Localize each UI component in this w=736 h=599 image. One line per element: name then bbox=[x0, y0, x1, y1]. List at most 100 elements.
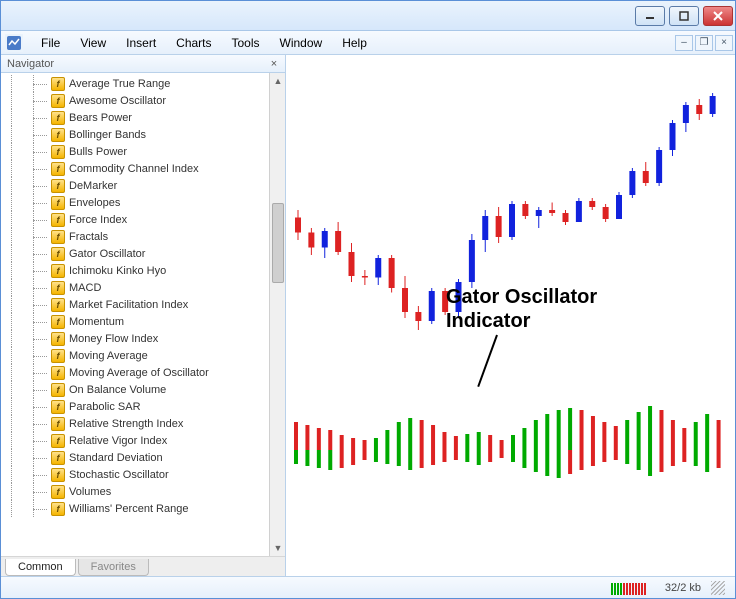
tree-line-icon bbox=[3, 500, 51, 517]
indicator-icon: f bbox=[51, 332, 65, 346]
tree-line-icon bbox=[3, 381, 51, 398]
navigator-item[interactable]: fDeMarker bbox=[3, 177, 269, 194]
indicator-label: Awesome Oscillator bbox=[69, 95, 166, 107]
navigator-body: fAverage True RangefAwesome OscillatorfB… bbox=[1, 73, 285, 556]
navigator-item[interactable]: fOn Balance Volume bbox=[3, 381, 269, 398]
indicator-icon: f bbox=[51, 451, 65, 465]
status-text: 32/2 kb bbox=[665, 582, 701, 594]
tree-line-icon bbox=[3, 398, 51, 415]
indicator-label: Bollinger Bands bbox=[69, 129, 146, 141]
navigator-item[interactable]: fGator Oscillator bbox=[3, 245, 269, 262]
navigator-item[interactable]: f MACD bbox=[3, 279, 269, 296]
tree-line-icon bbox=[3, 449, 51, 466]
tree-line-icon bbox=[3, 177, 51, 194]
navigator-item[interactable]: fStandard Deviation bbox=[3, 449, 269, 466]
navigator-list[interactable]: fAverage True RangefAwesome OscillatorfB… bbox=[1, 73, 269, 556]
tree-line-icon bbox=[3, 126, 51, 143]
indicator-icon: f bbox=[51, 281, 65, 295]
indicator-label: MACD bbox=[69, 282, 101, 294]
menu-charts[interactable]: Charts bbox=[166, 32, 221, 54]
tree-line-icon bbox=[3, 296, 51, 313]
tab-favorites[interactable]: Favorites bbox=[78, 559, 149, 576]
indicator-label: Moving Average of Oscillator bbox=[69, 367, 209, 379]
mdi-close-button[interactable]: × bbox=[715, 35, 733, 51]
navigator-item[interactable]: fVolumes bbox=[3, 483, 269, 500]
resize-grip-icon[interactable] bbox=[711, 581, 725, 595]
indicator-label: Moving Average bbox=[69, 350, 148, 362]
scroll-down-icon[interactable]: ▼ bbox=[270, 540, 286, 556]
navigator-item[interactable]: fMarket Facilitation Index bbox=[3, 296, 269, 313]
indicator-icon: f bbox=[51, 196, 65, 210]
tree-line-icon bbox=[3, 75, 51, 92]
navigator-item[interactable]: f Commodity Channel Index bbox=[3, 160, 269, 177]
menu-view[interactable]: View bbox=[70, 32, 116, 54]
navigator-item[interactable]: f Envelopes bbox=[3, 194, 269, 211]
indicator-label: Relative Vigor Index bbox=[69, 435, 167, 447]
indicator-label: Williams' Percent Range bbox=[69, 503, 188, 515]
menu-help[interactable]: Help bbox=[332, 32, 377, 54]
indicator-label: Bears Power bbox=[69, 112, 132, 124]
mdi-buttons: – ❐ × bbox=[673, 35, 735, 51]
navigator-item[interactable]: f Ichimoku Kinko Hyo bbox=[3, 262, 269, 279]
menu-window[interactable]: Window bbox=[270, 32, 333, 54]
navigator-item[interactable]: f Moving Average bbox=[3, 347, 269, 364]
navigator-title: Navigator bbox=[7, 58, 267, 70]
navigator-item[interactable]: fWilliams' Percent Range bbox=[3, 500, 269, 517]
indicator-label: Stochastic Oscillator bbox=[69, 469, 169, 481]
navigator-item[interactable]: f Bollinger Bands bbox=[3, 126, 269, 143]
titlebar bbox=[1, 1, 735, 31]
scroll-thumb[interactable] bbox=[272, 203, 284, 283]
indicator-icon: f bbox=[51, 247, 65, 261]
maximize-button[interactable] bbox=[669, 6, 699, 26]
navigator-item[interactable]: f Awesome Oscillator bbox=[3, 92, 269, 109]
navigator-item[interactable]: f Average True Range bbox=[3, 75, 269, 92]
menu-tools[interactable]: Tools bbox=[222, 32, 270, 54]
navigator-scrollbar[interactable]: ▲ ▼ bbox=[269, 73, 285, 556]
menu-insert[interactable]: Insert bbox=[116, 32, 166, 54]
indicator-icon: f bbox=[51, 162, 65, 176]
mdi-restore-button[interactable]: ❐ bbox=[695, 35, 713, 51]
navigator-item[interactable]: fMoving Average of Oscillator bbox=[3, 364, 269, 381]
tree-line-icon bbox=[3, 483, 51, 500]
indicator-label: Commodity Channel Index bbox=[69, 163, 199, 175]
navigator-item[interactable]: f Bulls Power bbox=[3, 143, 269, 160]
indicator-icon: f bbox=[51, 213, 65, 227]
indicator-icon: f bbox=[51, 417, 65, 431]
chart-area[interactable]: Gator Oscillator Indicator bbox=[286, 55, 735, 576]
tree-line-icon bbox=[3, 245, 51, 262]
navigator-item[interactable]: fMomentum bbox=[3, 313, 269, 330]
close-button[interactable] bbox=[703, 6, 733, 26]
tab-common[interactable]: Common bbox=[5, 559, 76, 576]
indicator-icon: f bbox=[51, 264, 65, 278]
minimize-button[interactable] bbox=[635, 6, 665, 26]
indicator-icon: f bbox=[51, 145, 65, 159]
indicator-icon: f bbox=[51, 128, 65, 142]
indicator-icon: f bbox=[51, 94, 65, 108]
navigator-item[interactable]: fParabolic SAR bbox=[3, 398, 269, 415]
indicator-label: Bulls Power bbox=[69, 146, 127, 158]
navigator-item[interactable]: fFractals bbox=[3, 228, 269, 245]
indicator-label: Envelopes bbox=[69, 197, 120, 209]
indicator-label: Average True Range bbox=[69, 78, 170, 90]
navigator-item[interactable]: fForce Index bbox=[3, 211, 269, 228]
indicator-label: Momentum bbox=[69, 316, 124, 328]
indicator-label: Relative Strength Index bbox=[69, 418, 183, 430]
scroll-up-icon[interactable]: ▲ bbox=[270, 73, 286, 89]
app-icon bbox=[5, 34, 23, 52]
indicator-icon: f bbox=[51, 349, 65, 363]
indicator-label: Ichimoku Kinko Hyo bbox=[69, 265, 166, 277]
indicator-label: Money Flow Index bbox=[69, 333, 158, 345]
main-area: Navigator × f Average True Range f Awesome … bbox=[1, 55, 735, 576]
navigator-close-button[interactable]: × bbox=[267, 57, 281, 71]
navigator-item[interactable]: fStochastic Oscillator bbox=[3, 466, 269, 483]
tree-line-icon bbox=[3, 160, 51, 177]
menu-file[interactable]: File bbox=[31, 32, 70, 54]
navigator-item[interactable]: fBears Power bbox=[3, 109, 269, 126]
indicator-icon: f bbox=[51, 77, 65, 91]
navigator-item[interactable]: fRelative Vigor Index bbox=[3, 432, 269, 449]
mdi-minimize-button[interactable]: – bbox=[675, 35, 693, 51]
tree-line-icon bbox=[3, 415, 51, 432]
tree-line-icon bbox=[3, 262, 51, 279]
navigator-item[interactable]: f Relative Strength Index bbox=[3, 415, 269, 432]
navigator-item[interactable]: f Money Flow Index bbox=[3, 330, 269, 347]
